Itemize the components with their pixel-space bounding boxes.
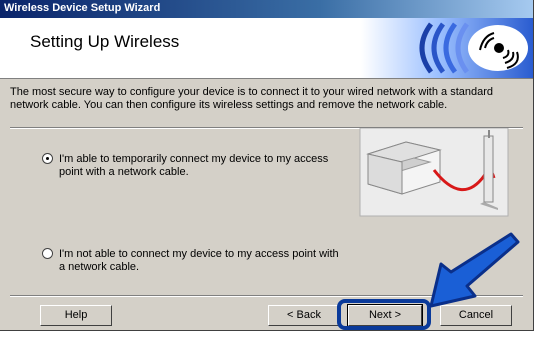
option-label: I'm not able to connect my device to my … <box>59 248 339 273</box>
title-bar[interactable]: Wireless Device Setup Wizard <box>0 0 533 18</box>
help-button[interactable]: Help <box>40 305 112 326</box>
radio-button[interactable] <box>42 248 53 259</box>
wireless-logo-icon <box>361 18 533 78</box>
pointer-arrow-icon <box>429 232 520 308</box>
radio-button-selected[interactable] <box>42 153 53 164</box>
option-connect-with-cable[interactable]: I'm able to temporarily connect my devic… <box>42 153 347 181</box>
page-title: Setting Up Wireless <box>30 32 180 51</box>
intro-text: The most secure way to configure your de… <box>10 86 494 111</box>
back-button[interactable]: < Back <box>268 305 340 326</box>
option-label: I'm able to temporarily connect my devic… <box>59 153 329 178</box>
wizard-header: Setting Up Wireless <box>0 18 533 79</box>
option-cannot-connect[interactable]: I'm not able to connect my device to my … <box>42 248 347 276</box>
printer-cable-illustration <box>359 128 509 217</box>
next-button-highlight <box>337 299 431 330</box>
window-title: Wireless Device Setup Wizard <box>4 2 161 14</box>
